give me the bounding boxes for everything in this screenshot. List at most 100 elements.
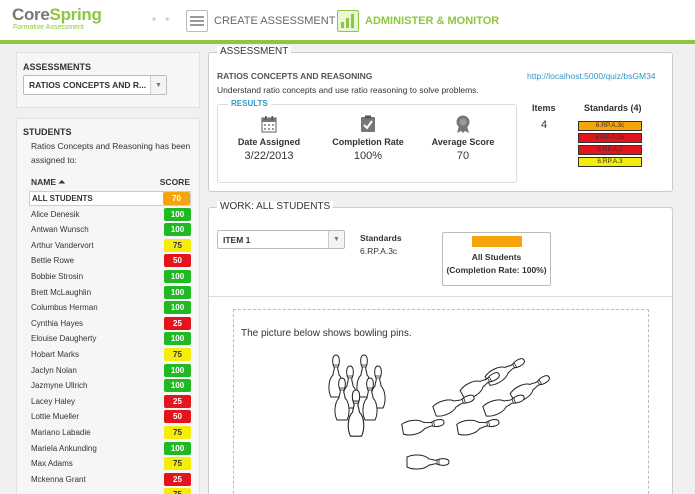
sort-by-name[interactable]: NAME ⏶ bbox=[31, 177, 65, 188]
question-box: The picture below shows bowling pins. bbox=[233, 309, 649, 494]
student-row[interactable]: Bettie Rowe 50 bbox=[31, 253, 191, 268]
work-panel: WORK: ALL STUDENTS ITEM 1 ▼ Standards 6.… bbox=[208, 201, 673, 494]
items-value: 4 bbox=[541, 119, 548, 131]
score-badge: 25 bbox=[164, 394, 191, 408]
results-box: RESULTS Date Assigned 3/22/2013 Completi… bbox=[217, 99, 517, 183]
student-name: Arthur Vandervort bbox=[31, 240, 94, 250]
score-badge: 100 bbox=[164, 223, 191, 237]
student-row[interactable]: 75 bbox=[31, 487, 191, 494]
student-row[interactable]: Alice Denesik 100 bbox=[31, 207, 191, 222]
completion-rate-stat: Completion Rate 100% bbox=[323, 115, 413, 162]
score-badge: 100 bbox=[164, 363, 191, 377]
completion-text: (Completion Rate: 100%) bbox=[446, 265, 547, 275]
student-name: Hobart Marks bbox=[31, 350, 80, 359]
student-row[interactable]: Brett McLaughlin 100 bbox=[31, 285, 191, 300]
average-score-label: Average Score bbox=[431, 137, 495, 147]
student-row[interactable]: Mariano Labadie 75 bbox=[31, 425, 191, 440]
student-row[interactable]: Elouise Daugherty 100 bbox=[31, 331, 191, 346]
all-students-summary[interactable]: All Students (Completion Rate: 100%) bbox=[442, 232, 551, 286]
score-badge: 100 bbox=[164, 379, 191, 393]
bar-chart-icon bbox=[337, 10, 359, 32]
work-legend: WORK: ALL STUDENTS bbox=[217, 201, 334, 212]
all-students-label: All Students bbox=[471, 252, 522, 262]
score-badge: 75 bbox=[164, 238, 191, 252]
bowling-pins-image bbox=[328, 353, 554, 470]
assessment-legend: ASSESSMENT bbox=[217, 46, 292, 57]
calendar-icon bbox=[224, 115, 314, 134]
item-select[interactable]: ITEM 1 ▼ bbox=[217, 230, 345, 249]
student-name: ALL STUDENTS bbox=[32, 194, 93, 203]
students-panel: STUDENTS Ratios Concepts and Reasoning h… bbox=[16, 118, 200, 494]
col-name-label: NAME bbox=[31, 177, 57, 187]
student-row[interactable]: Antwan Wunsch 100 bbox=[31, 222, 191, 237]
standard-chip[interactable]: 6.RP.A.3c bbox=[578, 121, 642, 131]
nav-administer-monitor[interactable]: ADMINISTER & MONITOR bbox=[337, 10, 499, 32]
nav-admin-label: ADMINISTER & MONITOR bbox=[365, 15, 500, 27]
nav-create-assessment[interactable]: CREATE ASSESSMENT bbox=[186, 10, 335, 32]
col-score-label: SCORE bbox=[159, 177, 190, 187]
student-name: Bettie Rowe bbox=[31, 256, 75, 266]
question-text: The picture below shows bowling pins. bbox=[241, 328, 412, 339]
student-name: Mckenna Grant bbox=[31, 474, 86, 484]
assessment-select[interactable]: RATIOS CONCEPTS AND R... ▼ bbox=[23, 75, 167, 95]
score-badge: 100 bbox=[164, 270, 191, 283]
student-row[interactable]: Lacey Haley 25 bbox=[31, 394, 191, 409]
score-badge: 100 bbox=[164, 441, 191, 455]
student-row[interactable]: Mckenna Grant 25 bbox=[31, 472, 191, 487]
award-badge-icon bbox=[418, 115, 508, 134]
student-row[interactable]: Jazmyne Ullrich 100 bbox=[31, 378, 191, 393]
list-icon bbox=[186, 10, 208, 32]
student-name: Brett McLaughlin bbox=[31, 287, 92, 297]
assessment-select-value: RATIOS CONCEPTS AND R... bbox=[29, 80, 147, 90]
student-row[interactable]: Bobbie Strosin 100 bbox=[31, 269, 191, 284]
items-label: Items bbox=[532, 103, 556, 113]
corespring-logo[interactable]: CoreSpring Formative Assessment bbox=[12, 5, 102, 31]
student-row[interactable]: Columbus Herman 100 bbox=[31, 300, 191, 315]
date-assigned-label: Date Assigned bbox=[237, 137, 301, 147]
logo-spring: Spring bbox=[49, 5, 102, 24]
quiz-link[interactable]: http://localhost:5000/quiz/bsGM34 bbox=[527, 71, 656, 81]
student-row[interactable]: Max Adams 75 bbox=[31, 456, 191, 471]
assessments-panel: ASSESSMENTS RATIOS CONCEPTS AND R... ▼ bbox=[16, 52, 200, 108]
student-row[interactable]: Hobart Marks 75 bbox=[31, 347, 191, 362]
completion-rate-label: Completion Rate bbox=[332, 137, 404, 147]
student-row[interactable]: Jaclyn Nolan 100 bbox=[31, 363, 191, 378]
student-row[interactable]: Lottie Mueller 50 bbox=[31, 409, 191, 424]
score-badge: 50 bbox=[164, 254, 191, 268]
score-badge: 75 bbox=[164, 457, 191, 471]
standard-chip[interactable]: 6.RP.A.3 bbox=[578, 157, 642, 167]
chevron-down-icon: ▼ bbox=[150, 76, 166, 94]
students-description: Ratios Concepts and Reasoning has been a… bbox=[31, 141, 191, 165]
student-row[interactable]: Cynthia Hayes 25 bbox=[31, 316, 191, 331]
student-row-all[interactable]: ALL STUDENTS 70 bbox=[29, 191, 191, 206]
score-badge: 100 bbox=[164, 332, 191, 346]
student-name: Mariano Labadie bbox=[31, 428, 91, 437]
score-badge: 70 bbox=[163, 192, 190, 205]
score-badge: 75 bbox=[164, 488, 191, 494]
assessment-panel: ASSESSMENT RATIOS CONCEPTS AND REASONING… bbox=[208, 46, 673, 192]
standards-count-label: Standards (4) bbox=[584, 103, 642, 113]
students-table-header: NAME ⏶ SCORE bbox=[31, 177, 191, 188]
score-badge: 100 bbox=[164, 301, 191, 315]
student-row[interactable]: Arthur Vandervort 75 bbox=[31, 238, 191, 253]
decorative-squares: ■ ■ bbox=[152, 17, 173, 23]
results-legend: RESULTS bbox=[228, 99, 271, 108]
standard-chip[interactable]: 6.RP.A.2 bbox=[578, 145, 642, 155]
work-standards: Standards 6.RP.A.3c bbox=[360, 233, 402, 256]
student-name: Elouise Daugherty bbox=[31, 334, 97, 344]
average-score-value: 70 bbox=[456, 150, 470, 162]
top-nav-bar: CoreSpring Formative Assessment ■ ■ CREA… bbox=[0, 0, 695, 44]
student-name: Jazmyne Ullrich bbox=[31, 381, 88, 391]
score-badge: 100 bbox=[164, 207, 191, 221]
student-row[interactable]: Mariela Ankunding 100 bbox=[31, 441, 191, 456]
students-title: STUDENTS bbox=[23, 127, 72, 137]
standard-chip[interactable]: 6.RP.A.3b bbox=[578, 133, 642, 143]
completion-progress-bar bbox=[471, 236, 522, 247]
date-assigned-value: 3/22/2013 bbox=[244, 150, 294, 162]
average-score-stat: Average Score 70 bbox=[418, 115, 508, 162]
logo-subtitle: Formative Assessment bbox=[13, 24, 84, 31]
chevron-down-icon: ▼ bbox=[328, 231, 344, 248]
assessment-description: Understand ratio concepts and use ratio … bbox=[217, 85, 479, 95]
student-name: Jaclyn Nolan bbox=[31, 365, 77, 375]
score-badge: 25 bbox=[164, 472, 191, 486]
